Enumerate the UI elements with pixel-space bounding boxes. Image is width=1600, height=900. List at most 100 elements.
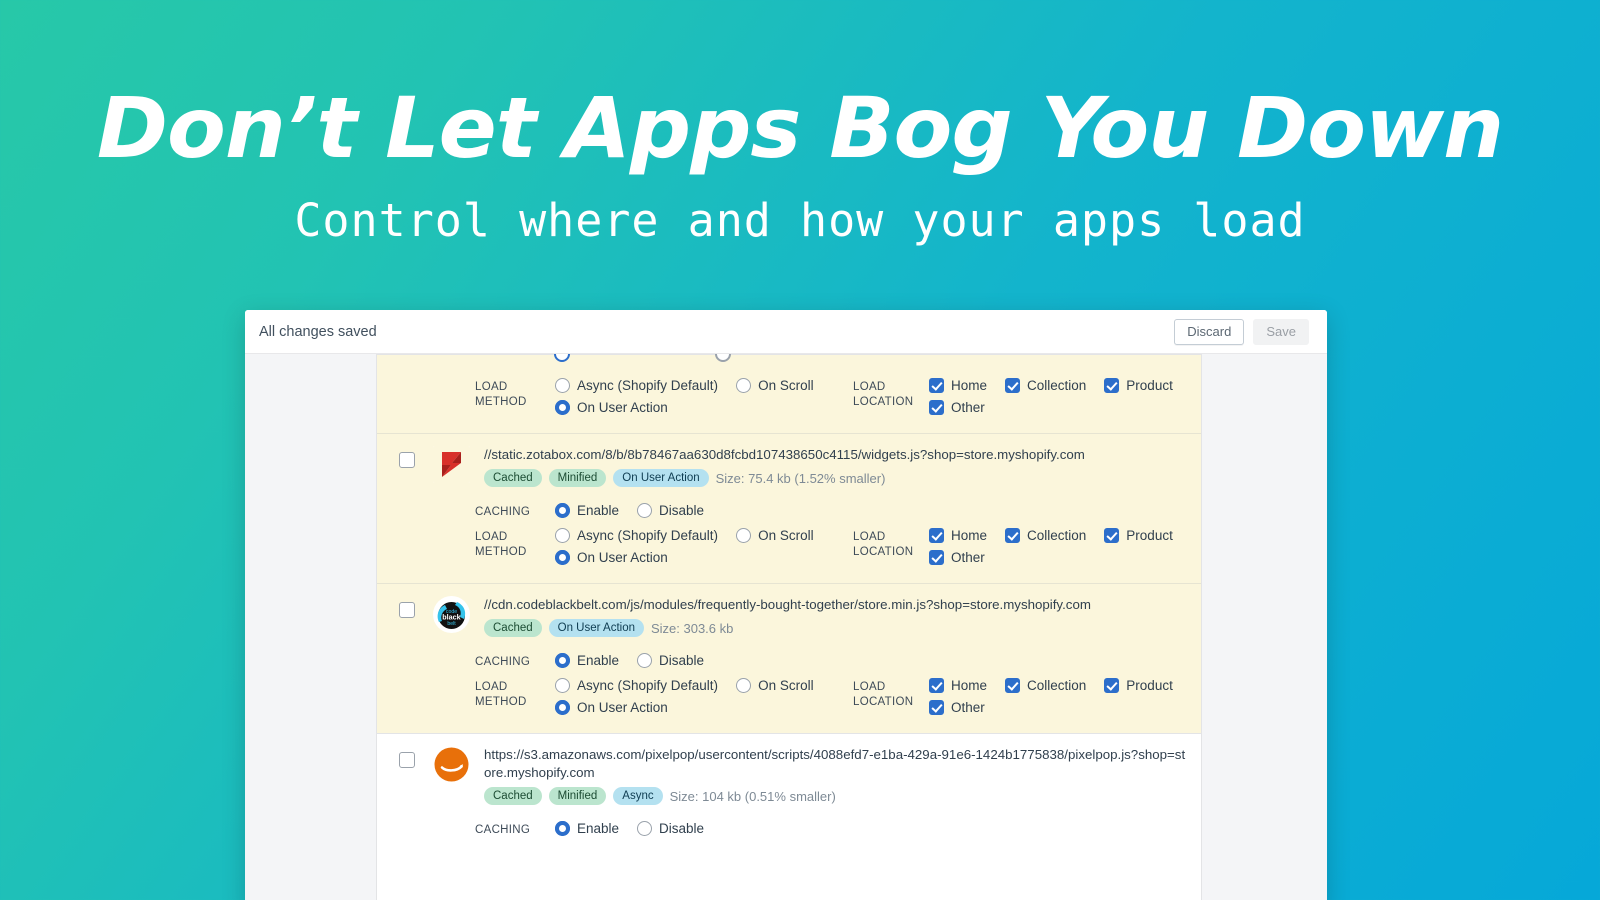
table-row[interactable]: code black belt //cdn.codeblackbelt.com/… xyxy=(377,583,1201,641)
script-list[interactable]: LOAD METHOD Async (Shopify Default) On Sc… xyxy=(376,354,1202,900)
row-select-checkbox[interactable] xyxy=(399,752,415,768)
radio-label: Disable xyxy=(659,653,705,668)
table-row[interactable]: https://s3.amazonaws.com/pixelpop/userco… xyxy=(377,733,1201,809)
script-badges: Cached Minified On User Action Size: 75.… xyxy=(484,469,1187,487)
partial-radio-selected-icon xyxy=(554,354,570,362)
script-url[interactable]: //cdn.codeblackbelt.com/js/modules/frequ… xyxy=(484,596,1187,614)
status-badge: Cached xyxy=(484,787,542,805)
load-method-options[interactable]: Async (Shopify Default) On Scroll On Use… xyxy=(555,678,845,715)
load-location-options[interactable]: Home Collection Product Other xyxy=(929,378,1201,415)
script-badges: Cached On User Action Size: 303.6 kb xyxy=(484,619,1187,637)
radio-option-async[interactable]: Async (Shopify Default) xyxy=(555,678,718,693)
radio-unchecked-icon xyxy=(736,528,752,543)
radio-unchecked-icon xyxy=(736,678,752,693)
script-group: https://s3.amazonaws.com/pixelpop/userco… xyxy=(377,733,1201,856)
radio-label: Async (Shopify Default) xyxy=(577,378,719,393)
radio-label: On Scroll xyxy=(758,528,814,543)
radio-option-disable[interactable]: Disable xyxy=(637,821,704,836)
checkbox-checked-icon xyxy=(1005,528,1021,543)
row-select-checkbox[interactable] xyxy=(399,602,415,618)
checkbox-option-collection[interactable]: Collection xyxy=(1005,378,1086,393)
caching-row: CACHING Enable Disable xyxy=(377,499,1201,524)
caching-options[interactable]: Enable Disable xyxy=(555,821,722,836)
load-method-options[interactable]: Async (Shopify Default) On Scroll On Use… xyxy=(555,378,845,415)
radio-checked-icon xyxy=(555,503,570,518)
load-location-label: LOAD LOCATION xyxy=(853,681,914,708)
save-button[interactable]: Save xyxy=(1253,318,1309,345)
checkbox-option-other[interactable]: Other xyxy=(929,700,1201,715)
discard-button[interactable]: Discard xyxy=(1174,318,1245,345)
settings-block-script-1: CACHING Enable Disable LOAD METHOD Async… xyxy=(377,641,1201,733)
load-method-options[interactable]: Async (Shopify Default) On Scroll On Use… xyxy=(555,528,845,565)
radio-label: Disable xyxy=(659,503,705,518)
zotabox-icon xyxy=(433,446,470,483)
script-badges: Cached Minified Async Size: 104 kb (0.51… xyxy=(484,787,1187,805)
load-method-location-row: LOAD METHOD Async (Shopify Default) On Sc… xyxy=(377,674,1201,719)
load-location-options[interactable]: Home Collection Product Other xyxy=(929,528,1201,565)
checkbox-option-collection[interactable]: Collection xyxy=(1005,528,1086,543)
checkbox-checked-icon xyxy=(1104,678,1120,693)
radio-option-on-scroll[interactable]: On Scroll xyxy=(736,678,814,693)
page-title: Don’t Let Apps Bog You Down xyxy=(96,79,1504,177)
checkbox-option-product[interactable]: Product xyxy=(1104,678,1173,693)
radio-checked-icon xyxy=(555,821,570,836)
load-location-options[interactable]: Home Collection Product Other xyxy=(929,678,1201,715)
script-url[interactable]: //static.zotabox.com/8/b/8b78467aa630d8f… xyxy=(484,446,1187,464)
radio-label: Disable xyxy=(659,821,705,836)
checkbox-checked-icon xyxy=(929,528,944,543)
load-location-label: LOAD LOCATION xyxy=(853,531,914,558)
checkbox-checked-icon xyxy=(1005,378,1021,393)
checkbox-option-home[interactable]: Home xyxy=(929,678,987,693)
radio-option-enable[interactable]: Enable xyxy=(555,653,619,668)
checkbox-checked-icon xyxy=(929,550,944,565)
radio-option-on-scroll[interactable]: On Scroll xyxy=(736,378,814,393)
status-badge: Minified xyxy=(548,787,607,805)
script-size-text: Size: 104 kb (0.51% smaller) xyxy=(669,788,836,804)
radio-option-disable[interactable]: Disable xyxy=(637,503,704,518)
checkbox-checked-icon xyxy=(929,700,944,715)
checkbox-label: Home xyxy=(951,378,988,393)
radio-option-on-user-action[interactable]: On User Action xyxy=(555,700,845,715)
app-screenshot-card: All changes saved Discard Save LOAD METHO… xyxy=(245,310,1327,900)
checkbox-option-other[interactable]: Other xyxy=(929,550,1201,565)
radio-option-on-user-action[interactable]: On User Action xyxy=(555,550,845,565)
checkbox-option-home[interactable]: Home xyxy=(929,528,987,543)
load-method-label: LOAD METHOD xyxy=(475,381,527,408)
hero-banner: Don’t Let Apps Bog You Down Control wher… xyxy=(0,0,1600,243)
caching-row: CACHING Enable Disable xyxy=(377,649,1201,674)
checkbox-option-product[interactable]: Product xyxy=(1104,378,1173,393)
radio-option-async[interactable]: Async (Shopify Default) xyxy=(555,528,718,543)
caching-options[interactable]: Enable Disable xyxy=(555,503,722,518)
radio-option-on-scroll[interactable]: On Scroll xyxy=(736,528,814,543)
radio-option-disable[interactable]: Disable xyxy=(637,653,704,668)
checkbox-option-home[interactable]: Home xyxy=(929,378,987,393)
status-badge: On User Action xyxy=(548,619,644,637)
checkbox-label: Collection xyxy=(1027,378,1087,393)
left-gutter xyxy=(245,354,376,900)
radio-unchecked-icon xyxy=(555,378,570,393)
radio-checked-icon xyxy=(555,550,570,565)
radio-option-enable[interactable]: Enable xyxy=(555,503,619,518)
svg-text:belt: belt xyxy=(447,621,456,627)
radio-checked-icon xyxy=(555,653,570,668)
card-body: LOAD METHOD Async (Shopify Default) On Sc… xyxy=(245,354,1327,900)
radio-option-on-user-action[interactable]: On User Action xyxy=(555,400,845,415)
checkbox-label: Product xyxy=(1126,678,1173,693)
row-select-checkbox[interactable] xyxy=(399,452,415,468)
radio-option-enable[interactable]: Enable xyxy=(555,821,619,836)
table-row[interactable]: //static.zotabox.com/8/b/8b78467aa630d8f… xyxy=(377,433,1201,491)
checkbox-option-collection[interactable]: Collection xyxy=(1005,678,1086,693)
checkbox-option-other[interactable]: Other xyxy=(929,400,1201,415)
radio-option-async[interactable]: Async (Shopify Default) xyxy=(555,378,718,393)
load-location-label: LOAD LOCATION xyxy=(853,381,914,408)
settings-block-script-2: CACHING Enable Disable xyxy=(377,809,1201,856)
radio-label: Async (Shopify Default) xyxy=(577,678,719,693)
script-url[interactable]: https://s3.amazonaws.com/pixelpop/userco… xyxy=(484,746,1187,782)
caching-options[interactable]: Enable Disable xyxy=(555,653,722,668)
checkbox-label: Collection xyxy=(1027,528,1087,543)
load-method-label: LOAD METHOD xyxy=(475,531,527,558)
radio-unchecked-icon xyxy=(637,503,653,518)
checkbox-option-product[interactable]: Product xyxy=(1104,528,1173,543)
settings-block-previous: LOAD METHOD Async (Shopify Default) On Sc… xyxy=(377,366,1201,433)
load-method-label: LOAD METHOD xyxy=(475,681,527,708)
